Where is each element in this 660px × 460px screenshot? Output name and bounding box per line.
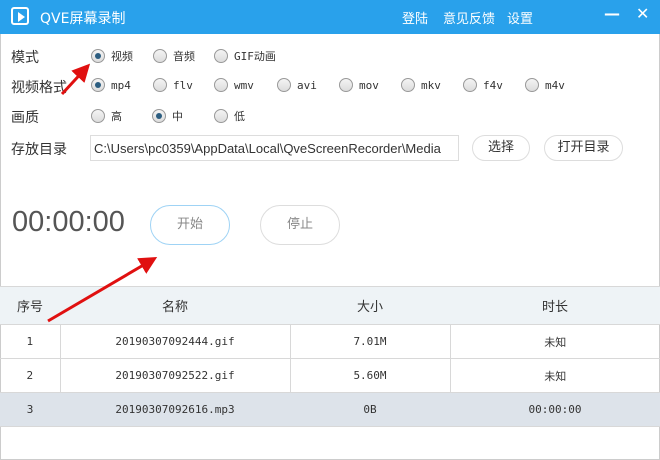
format-option-label: flv (173, 78, 193, 92)
quality-radio-0[interactable]: 高 (91, 108, 122, 124)
radio-circle-icon (91, 49, 105, 63)
close-button[interactable]: ✕ (636, 4, 649, 23)
table-cell: 0B (290, 392, 450, 427)
app-logo-icon (11, 7, 29, 25)
table-cell: 2 (0, 358, 60, 393)
table-row[interactable]: 2 20190307092522.gif 5.60M 未知 (0, 358, 660, 393)
mode-radio-2[interactable]: GIF动画 (214, 48, 276, 64)
radio-circle-icon (91, 78, 105, 92)
format-radio-7[interactable]: m4v (525, 78, 565, 92)
storage-path-input[interactable]: C:\Users\pc0359\AppData\Local\QveScreenR… (90, 135, 459, 161)
table-row[interactable]: 3 20190307092616.mp3 0B 00:00:00 (0, 392, 660, 427)
stop-button[interactable]: 停止 (260, 205, 340, 245)
mode-option-label: 视频 (111, 50, 133, 63)
format-option-label: avi (297, 78, 317, 92)
format-radio-4[interactable]: mov (339, 78, 379, 92)
table-cell: 20190307092444.gif (59, 324, 290, 359)
radio-circle-icon (152, 109, 166, 123)
mode-radio-1[interactable]: 音频 (153, 48, 195, 64)
radio-circle-icon (214, 49, 228, 63)
header-size[interactable]: 大小 (290, 286, 450, 325)
app-title: QVE屏幕录制 (40, 11, 126, 27)
quality-option-label: 高 (111, 110, 122, 123)
table-cell: 1 (0, 324, 60, 359)
mode-option-label: GIF动画 (234, 50, 276, 63)
table-cell: 20190307092522.gif (59, 358, 290, 393)
table-cell: 00:00:00 (450, 392, 660, 427)
format-option-label: wmv (234, 78, 254, 92)
format-radio-0[interactable]: mp4 (91, 78, 131, 92)
record-timer: 00:00:00 (12, 206, 125, 238)
header-name[interactable]: 名称 (60, 286, 290, 325)
format-radio-3[interactable]: avi (277, 78, 317, 92)
radio-circle-icon (525, 78, 539, 92)
format-option-label: mov (359, 78, 379, 92)
radio-circle-icon (463, 78, 477, 92)
format-radio-6[interactable]: f4v (463, 78, 503, 92)
table-cell: 20190307092616.mp3 (60, 392, 290, 427)
radio-circle-icon (214, 78, 228, 92)
format-radio-2[interactable]: wmv (214, 78, 254, 92)
quality-radio-1[interactable]: 中 (152, 108, 183, 124)
radio-circle-icon (339, 78, 353, 92)
start-button[interactable]: 开始 (150, 205, 230, 245)
format-option-label: mkv (421, 78, 441, 92)
choose-button[interactable]: 选择 (472, 135, 530, 161)
header-index[interactable]: 序号 (0, 286, 60, 325)
radio-circle-icon (153, 78, 167, 92)
mode-label: 模式 (11, 50, 39, 66)
open-folder-button[interactable]: 打开目录 (544, 135, 623, 161)
radio-circle-icon (401, 78, 415, 92)
format-option-label: f4v (483, 78, 503, 92)
quality-label: 画质 (11, 110, 39, 126)
quality-option-label: 低 (234, 110, 245, 123)
recordings-table: 序号 名称 大小 时长 1 20190307092444.gif 7.01M 未知 2 2… (0, 286, 660, 427)
table-cell: 5.60M (289, 358, 450, 393)
mode-option-label: 音频 (173, 50, 195, 63)
storage-label: 存放目录 (11, 142, 67, 158)
menu-feedback[interactable]: 意见反馈 (443, 8, 495, 27)
format-radio-1[interactable]: flv (153, 78, 193, 92)
format-option-label: mp4 (111, 78, 131, 92)
table-row[interactable]: 1 20190307092444.gif 7.01M 未知 (0, 324, 660, 359)
mode-radio-0[interactable]: 视频 (91, 48, 133, 64)
table-cell: 未知 (449, 358, 660, 393)
title-bar: QVE屏幕录制 登陆 意见反馈 设置 — ✕ (0, 0, 660, 34)
radio-circle-icon (214, 109, 228, 123)
quality-radio-2[interactable]: 低 (214, 108, 245, 124)
minimize-button[interactable]: — (604, 4, 620, 23)
radio-circle-icon (91, 109, 105, 123)
format-label: 视频格式 (11, 80, 67, 96)
menu-settings[interactable]: 设置 (507, 8, 533, 27)
radio-circle-icon (277, 78, 291, 92)
radio-circle-icon (153, 49, 167, 63)
menu-login[interactable]: 登陆 (402, 8, 428, 27)
format-option-label: m4v (545, 78, 565, 92)
quality-option-label: 中 (172, 110, 183, 123)
format-radio-5[interactable]: mkv (401, 78, 441, 92)
table-cell: 未知 (449, 324, 660, 359)
header-duration[interactable]: 时长 (450, 286, 660, 325)
table-cell: 3 (0, 392, 60, 427)
table-cell: 7.01M (289, 324, 450, 359)
